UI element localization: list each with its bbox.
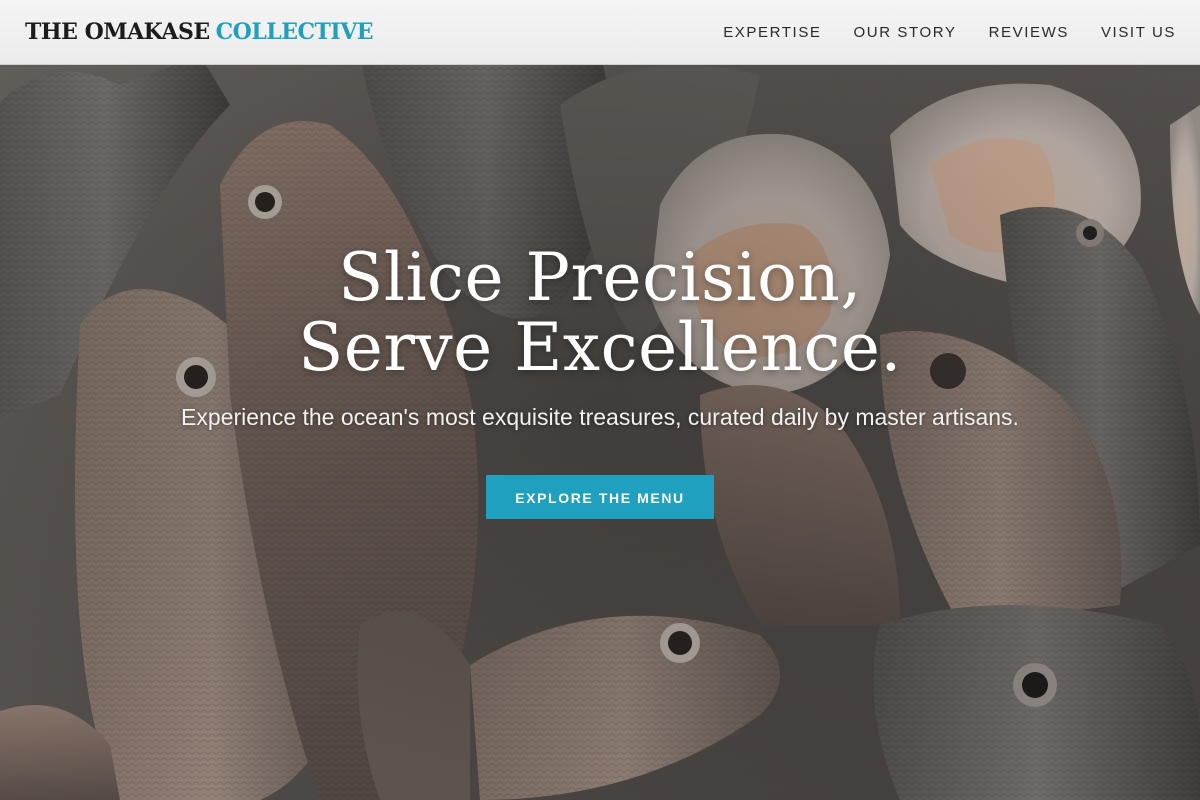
nav-item-expertise[interactable]: EXPERTISE (723, 24, 821, 41)
hero-content: Slice Precision, Serve Excellence. Exper… (0, 243, 1200, 519)
hero-title-line-1: Slice Precision, (338, 239, 862, 316)
brand-name-part-1: THE OMAKASE (25, 19, 210, 45)
main-nav: EXPERTISE OUR STORY REVIEWS VISIT US (723, 24, 1176, 41)
brand-name-part-2: COLLECTIVE (215, 19, 374, 45)
nav-item-visit-us[interactable]: VISIT US (1101, 24, 1176, 41)
explore-menu-button[interactable]: EXPLORE THE MENU (486, 475, 714, 519)
nav-item-reviews[interactable]: REVIEWS (989, 24, 1069, 41)
nav-item-our-story[interactable]: OUR STORY (854, 24, 957, 41)
hero-section: Slice Precision, Serve Excellence. Exper… (0, 65, 1200, 800)
hero-subtitle: Experience the ocean's most exquisite tr… (181, 404, 1019, 430)
hero-title-line-2: Serve Excellence. (298, 309, 902, 386)
landing-page: Slice Precision, Serve Excellence. Exper… (0, 0, 1200, 800)
brand-logo[interactable]: THE OMAKASE COLLECTIVE (25, 19, 374, 45)
hero-title: Slice Precision, Serve Excellence. (0, 243, 1200, 383)
site-header: THE OMAKASE COLLECTIVE EXPERTISE OUR STOR… (0, 0, 1200, 65)
